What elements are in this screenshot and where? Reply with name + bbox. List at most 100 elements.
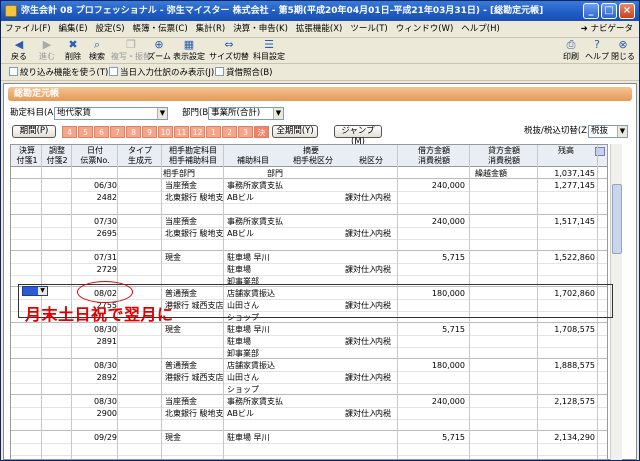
checkbox-box: [109, 67, 118, 76]
app-icon: [5, 5, 17, 17]
row-debit: 5,715: [442, 325, 465, 334]
col-date: 日付: [87, 146, 103, 155]
row-sub-account: 駐車場: [227, 265, 251, 274]
account-label: 勘定科目(A): [10, 108, 57, 118]
menu-help[interactable]: ヘルプ(H): [457, 21, 504, 38]
row-memo: 駐車場 早川: [227, 433, 270, 442]
row-subdivider: [11, 383, 607, 384]
month-tab[interactable]: 8: [126, 126, 141, 138]
vertical-scrollbar[interactable]: [610, 144, 622, 460]
col-debit: 借方金額: [418, 146, 450, 155]
menu-books[interactable]: 帳簿・伝票(C): [129, 21, 192, 38]
row-tax: 課対仕入: [345, 409, 375, 418]
table-row[interactable]: 06/30 2482 当座預金 北東銀行 駿地支 事務所家賃支払 ABビル 課対仕入 内税 24…: [11, 179, 607, 215]
month-selector: 4 5 6 7 8 9 10 11 12 1 2 3 決: [62, 126, 270, 138]
size-toggle-button[interactable]: ⇔ サイズ切替: [207, 39, 251, 62]
all-period-button[interactable]: 全期間(Y): [272, 125, 318, 138]
col-origin: 生成元: [128, 156, 152, 165]
row-tax: 課対仕入: [345, 229, 375, 238]
menu-edit[interactable]: 編集(E): [55, 21, 92, 38]
menu-summary[interactable]: 集計(R): [192, 21, 230, 38]
menu-extensions[interactable]: 拡張機能(X): [292, 21, 346, 38]
col-memo: 摘要: [303, 146, 319, 155]
display-settings-button[interactable]: ▦ 表示設定: [169, 39, 209, 62]
account-settings-icon: ☰: [264, 38, 274, 51]
close-button[interactable]: ⊗ 閉じる: [605, 39, 639, 62]
row-date: 09/29: [93, 433, 117, 442]
minimize-button[interactable]: _: [583, 3, 599, 19]
menu-file[interactable]: ファイル(F): [1, 21, 55, 38]
row-balance: 2,134,290: [554, 433, 595, 442]
navigator-button[interactable]: ➜ ナビゲータ: [581, 21, 633, 38]
row-dept: ショップ: [227, 385, 259, 394]
month-tab[interactable]: 4: [62, 126, 77, 138]
balance-check-checkbox[interactable]: 貸借照合(B): [215, 67, 272, 79]
row-counter-account: 当座預金: [165, 181, 197, 190]
month-tab-closing[interactable]: 決: [254, 126, 269, 138]
narrow-checkbox[interactable]: 絞り込み機能を使う(T): [9, 67, 108, 79]
closing-flag-dropdown[interactable]: ▼: [22, 286, 48, 296]
title-bar: 弥生会計 08 プロフェッショナル - 弥生マイスター 株式会社 - 第5期(平…: [1, 1, 639, 21]
menu-settings[interactable]: 設定(S): [92, 21, 129, 38]
row-balance: 1,708,575: [554, 325, 595, 334]
row-tax-mode: 内税: [375, 409, 391, 418]
month-tab[interactable]: 9: [142, 126, 157, 138]
row-debit: 180,000: [431, 289, 465, 298]
table-row[interactable]: 07/30 2695 当座預金 北東銀行 駿地支 事務所家賃支払 ABビル 課対仕入 内税 24…: [11, 215, 607, 251]
col-counter-sub: 相手補助科目: [169, 156, 217, 165]
row-sub-account: ABビル: [227, 193, 254, 202]
account-select[interactable]: 地代家賃 ▼: [54, 107, 168, 120]
row-dept: ショップ: [227, 313, 259, 322]
col-divider: [597, 145, 598, 459]
period-button[interactable]: 期間(P): [12, 125, 56, 138]
row-counter-account: 普通預金: [165, 361, 197, 370]
row-voucher-no: 2729: [96, 265, 117, 274]
table-row[interactable]: 08/30 2891 現金 駐車場 早川 駐車場 卸事業部 課対仕入 内税 5,715 1,708…: [11, 323, 607, 359]
menu-closing[interactable]: 決算・申告(K): [229, 21, 292, 38]
jump-button[interactable]: ジャンプ(M): [334, 125, 382, 147]
today-only-checkbox[interactable]: 当日入力仕訳のみ表示(J): [109, 67, 214, 79]
row-subdivider: [11, 419, 607, 420]
app-window: 弥生会計 08 プロフェッショナル - 弥生マイスター 株式会社 - 第5期(平…: [0, 0, 640, 461]
month-tab[interactable]: 7: [110, 126, 125, 138]
scrollbar-thumb[interactable]: [612, 184, 622, 254]
month-tab[interactable]: 2: [222, 126, 237, 138]
tax-select[interactable]: 税抜 ▼: [588, 125, 628, 138]
month-tab[interactable]: 1: [206, 126, 221, 138]
dept-select[interactable]: 事業所(合計) ▼: [208, 107, 284, 120]
month-tab[interactable]: 6: [94, 126, 109, 138]
col-voucher-no: 伝票No.: [80, 156, 110, 165]
help-icon: ?: [594, 38, 600, 51]
row-memo: 事務所家賃支払: [227, 217, 283, 226]
table-row[interactable]: 08/30 2900 当座預金 北東銀行 駿地支 事務所家賃支払 ABビル 課対仕入 内税 24…: [11, 395, 607, 431]
col-closing: 決算: [19, 146, 35, 155]
table-row[interactable]: 08/30 2892 普通預金 港銀行 城西支店 店舗家賃振込 山田さん ショップ 課対仕入内…: [11, 359, 607, 395]
chevron-down-icon: ▼: [157, 108, 167, 119]
ledger-panel: 総勘定元帳 勘定科目(A) 地代家賃 ▼ 部門(B) 事業所(合計) ▼ 期間(P)…: [3, 83, 637, 460]
month-tab[interactable]: 12: [190, 126, 205, 138]
row-sub-account: 山田さん: [227, 373, 259, 382]
row-debit: 240,000: [431, 397, 465, 406]
row-tax: 課対仕入: [345, 337, 375, 346]
row-counter-sub: 北東銀行 駿地支: [165, 193, 223, 202]
account-value: 地代家賃: [57, 108, 92, 118]
col-credit: 貸方金額: [488, 146, 520, 155]
narrow-label: 絞り込み機能を使う(T): [20, 68, 109, 78]
table-row[interactable]: 09/29 現金 駐車場 早川 5,715 2,134,290: [11, 431, 607, 459]
month-tab[interactable]: 11: [174, 126, 189, 138]
maximize-button[interactable]: □: [601, 3, 617, 19]
menu-window[interactable]: ウィンドウ(W): [392, 21, 458, 38]
carryover-row: 相手部門 部門 繰越金額 1,037,145: [11, 167, 607, 179]
month-tab[interactable]: 5: [78, 126, 93, 138]
row-subdivider: [11, 335, 607, 336]
account-settings-button[interactable]: ☰ 科目設定: [249, 39, 289, 62]
row-counter-sub: 港銀行 城西支店: [165, 373, 223, 382]
row-memo: 駐車場 早川: [227, 253, 270, 262]
month-tab[interactable]: 3: [238, 126, 253, 138]
row-debit: 180,000: [431, 361, 465, 370]
month-tab[interactable]: 10: [158, 126, 173, 138]
close-window-button[interactable]: ×: [619, 3, 635, 19]
menu-tools[interactable]: ツール(T): [346, 21, 391, 38]
back-label: 戻る: [11, 52, 27, 61]
row-voucher-no: 2891: [96, 337, 117, 346]
